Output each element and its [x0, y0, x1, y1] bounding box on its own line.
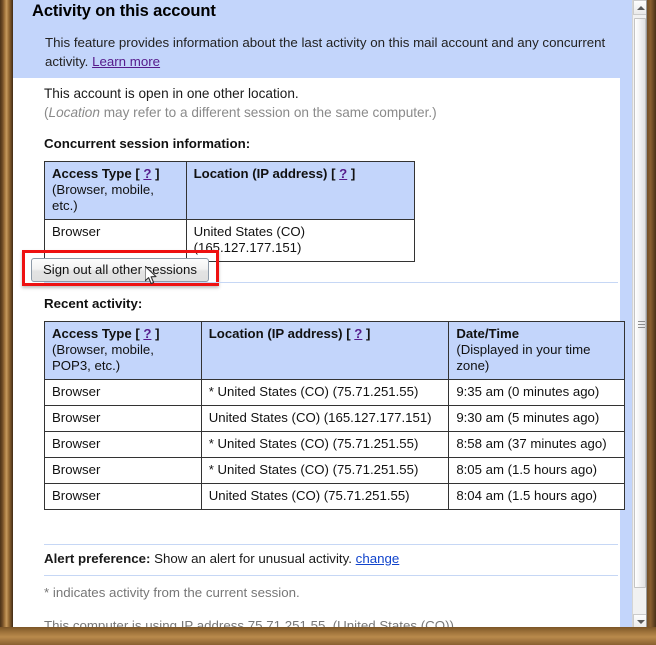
scrollbar-grip-icon	[638, 321, 645, 330]
cell-datetime: 9:35 am (0 minutes ago)	[448, 379, 625, 406]
col-access-type: Access Type [ ? ] (Browser, mobile, POP3…	[44, 321, 202, 380]
table-row: Browser * United States (CO) (75.71.251.…	[44, 431, 625, 458]
cell-location: * United States (CO) (75.71.251.55)	[200, 431, 450, 458]
desktop-background-bottom	[0, 627, 656, 645]
col-location-label: Location (IP address) [	[208, 326, 355, 341]
col-access-type-sub: (Browser, mobile, etc.)	[52, 182, 154, 213]
desktop-background-right	[646, 0, 656, 645]
account-open-line: This account is open in one other locati…	[44, 86, 299, 101]
page-content: Activity on this account This feature pr…	[13, 0, 632, 629]
col-location-bracket: ]	[347, 166, 356, 181]
cell-location: United States (CO) (165.127.177.151)	[185, 219, 416, 262]
cell-datetime: 9:30 am (5 minutes ago)	[448, 405, 625, 432]
scrollbar-up-button[interactable]	[633, 0, 646, 15]
scrollbar-thumb[interactable]	[634, 18, 646, 588]
learn-more-link[interactable]: Learn more	[92, 54, 160, 69]
mouse-pointer-icon	[145, 266, 157, 285]
change-link[interactable]: change	[356, 551, 400, 566]
col-datetime-label: Date/Time	[456, 326, 520, 341]
divider	[44, 544, 618, 545]
cell-datetime: 8:05 am (1.5 hours ago)	[448, 457, 625, 484]
col-access-type-sub: (Browser, mobile, POP3, etc.)	[52, 342, 154, 373]
browser-window: Activity on this account This feature pr…	[13, 0, 647, 629]
table-row: Browser * United States (CO) (75.71.251.…	[44, 379, 625, 406]
col-location: Location (IP address) [ ? ]	[200, 321, 450, 380]
subnote-rest: may refer to a different session on the …	[99, 105, 437, 120]
alert-preference-label: Alert preference:	[44, 551, 151, 566]
cell-datetime: 8:58 am (37 minutes ago)	[448, 431, 625, 458]
col-location-bracket: ]	[362, 326, 371, 341]
divider	[44, 575, 618, 576]
activity-body: This account is open in one other locati…	[13, 78, 625, 629]
cell-access-type: Browser	[44, 379, 202, 406]
recent-activity-label: Recent activity:	[44, 296, 143, 311]
cell-location: * United States (CO) (75.71.251.55)	[200, 457, 450, 484]
col-location: Location (IP address) [ ? ]	[185, 161, 416, 220]
col-datetime: Date/Time (Displayed in your time zone)	[448, 321, 625, 380]
desktop-background-left	[0, 0, 13, 645]
concurrent-section-label: Concurrent session information:	[44, 136, 251, 151]
col-access-type: Access Type [ ? ] (Browser, mobile, etc.…	[44, 161, 187, 220]
cell-access-type: Browser	[44, 405, 202, 432]
col-datetime-sub: (Displayed in your time zone)	[456, 342, 591, 373]
alert-preference-text: Show an alert for unusual activity.	[154, 551, 352, 566]
alert-preference-row: Alert preference: Show an alert for unus…	[44, 551, 399, 566]
recent-activity-table: Access Type [ ? ] (Browser, mobile, POP3…	[44, 321, 625, 510]
table-header-row: Access Type [ ? ] (Browser, mobile, POP3…	[44, 321, 625, 380]
scroll-up-arrow-icon	[637, 6, 645, 10]
header-description: This feature provides information about …	[45, 33, 611, 71]
table-row: Browser United States (CO) (75.71.251.55…	[44, 483, 625, 510]
subnote-italic-word: Location	[48, 105, 100, 120]
concurrent-session-table: Access Type [ ? ] (Browser, mobile, etc.…	[44, 161, 416, 262]
account-open-subnote: (Location may refer to a different sessi…	[44, 105, 437, 120]
cell-location: United States (CO) (75.71.251.55)	[200, 483, 450, 510]
col-access-type-label: Access Type [	[52, 166, 144, 181]
asterisk-note: * indicates activity from the current se…	[44, 585, 300, 600]
cell-access-type: Browser	[44, 483, 202, 510]
page-title: Activity on this account	[32, 2, 216, 20]
sign-out-all-other-sessions-button[interactable]: Sign out all other sessions	[31, 258, 209, 282]
divider	[44, 282, 618, 283]
activity-header: Activity on this account This feature pr…	[13, 0, 632, 78]
table-row: Browser * United States (CO) (75.71.251.…	[44, 457, 625, 484]
vertical-scrollbar[interactable]	[632, 0, 646, 629]
table-row: Browser United States (CO) (165.127.177.…	[44, 405, 625, 432]
cell-location: United States (CO) (165.127.177.151)	[200, 405, 450, 432]
col-location-label: Location (IP address) [	[193, 166, 340, 181]
cell-location: * United States (CO) (75.71.251.55)	[200, 379, 450, 406]
col-access-type-label: Access Type [	[52, 326, 144, 341]
screen: Activity on this account This feature pr…	[0, 0, 656, 645]
cell-access-type: Browser	[44, 431, 202, 458]
cell-datetime: 8:04 am (1.5 hours ago)	[448, 483, 625, 510]
col-access-type-bracket: ]	[151, 326, 160, 341]
table-header-row: Access Type [ ? ] (Browser, mobile, etc.…	[44, 161, 416, 220]
col-access-type-bracket: ]	[151, 166, 160, 181]
cell-access-type: Browser	[44, 457, 202, 484]
scroll-down-arrow-icon	[637, 620, 645, 624]
